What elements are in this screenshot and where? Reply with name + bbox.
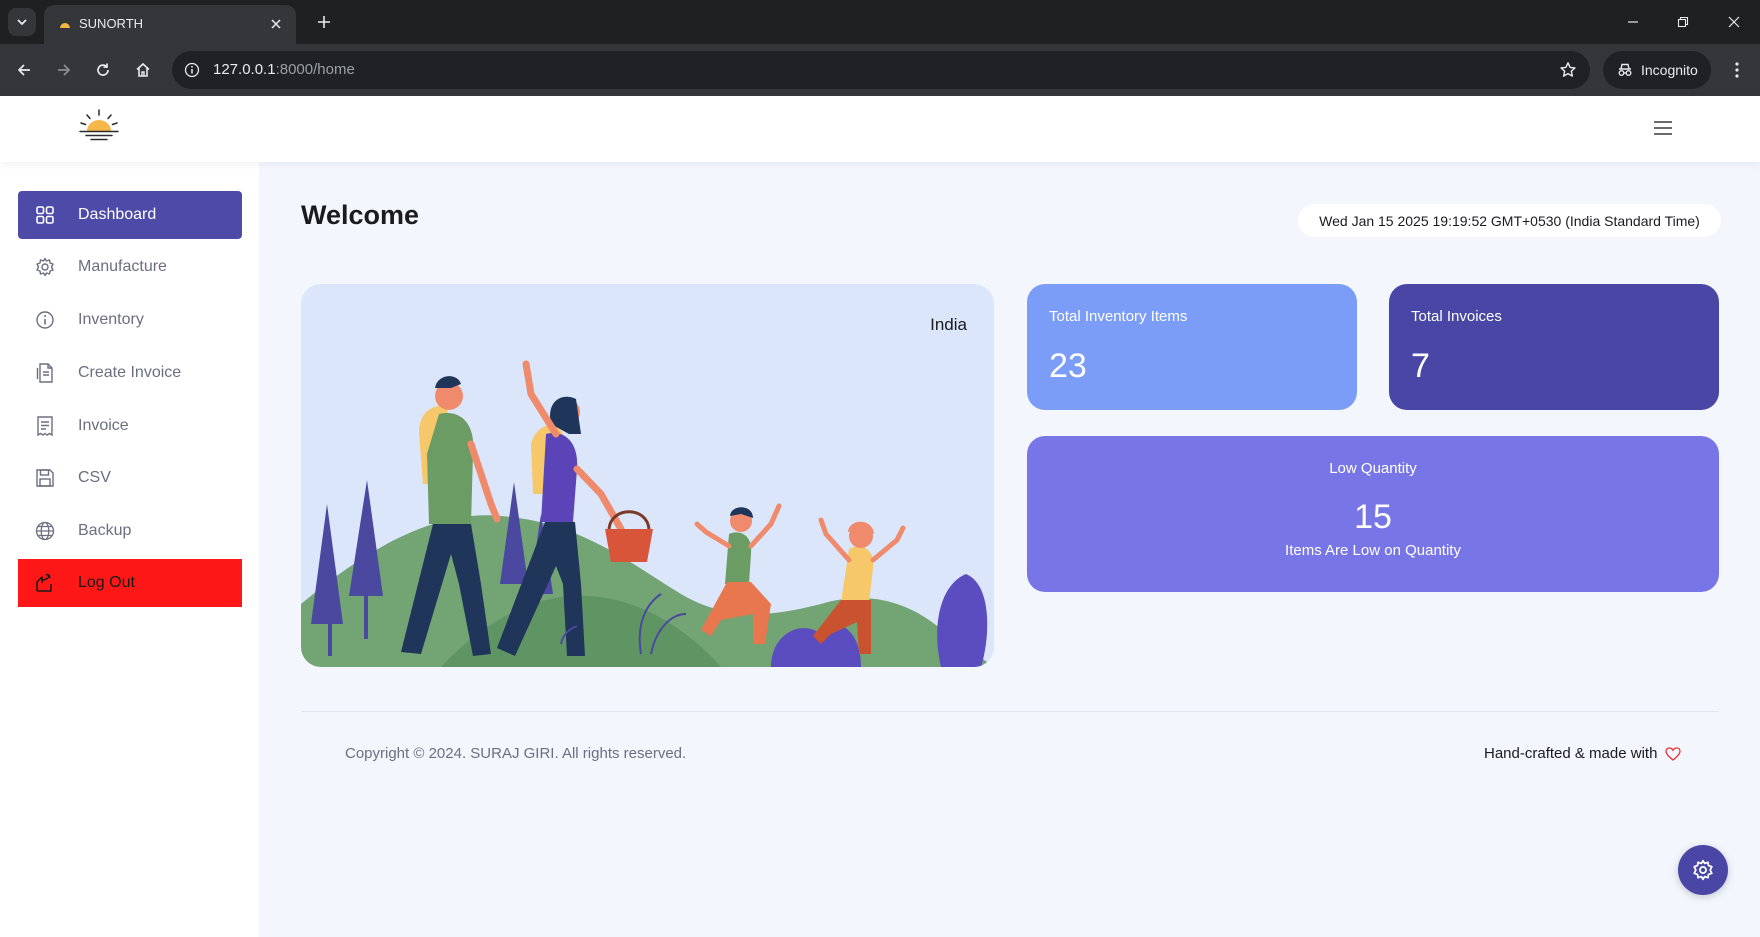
hero-country-label: India (930, 315, 967, 334)
card-label: Total Invoices (1411, 308, 1502, 325)
incognito-label: Incognito (1641, 62, 1698, 78)
url-path: :8000/home (275, 61, 355, 78)
floppy-icon (32, 465, 58, 491)
incognito-icon (1618, 63, 1632, 76)
bookmark-button[interactable] (1558, 60, 1578, 80)
total-inventory-card[interactable]: Total Inventory Items 23 (1027, 284, 1357, 410)
footer-divider (301, 711, 1719, 712)
hero-card: India (301, 284, 994, 667)
sidebar-item-csv[interactable]: CSV (18, 454, 242, 502)
sidebar-item-create-invoice[interactable]: Create Invoice (18, 349, 242, 397)
sidebar-item-label: Inventory (78, 311, 144, 328)
heart-icon (1665, 746, 1682, 761)
reload-icon (97, 63, 109, 76)
star-icon (1560, 62, 1576, 77)
browser-tab[interactable]: SUNORTH (44, 5, 296, 44)
plus-icon (318, 16, 330, 28)
sidebar-item-inventory[interactable]: Inventory (18, 296, 242, 344)
url-text: 127.0.0.1:8000/home (213, 61, 355, 78)
hamburger-icon (1654, 121, 1672, 135)
sidebar-item-invoice[interactable]: Invoice (18, 402, 242, 450)
sidebar-item-label: Manufacture (78, 258, 167, 275)
total-invoices-card[interactable]: Total Invoices 7 (1389, 284, 1719, 410)
incognito-indicator[interactable]: Incognito (1603, 51, 1711, 89)
card-value: 23 (1049, 347, 1087, 385)
sidebar-item-manufacture[interactable]: Manufacture (18, 243, 242, 291)
app-header (0, 96, 1760, 162)
card-caption: Items Are Low on Quantity (1285, 542, 1461, 559)
home-icon (136, 62, 150, 77)
info-icon (184, 62, 200, 78)
home-button[interactable] (129, 56, 157, 84)
close-icon (1728, 16, 1740, 28)
chevron-down-icon (17, 19, 27, 26)
sidebar-item-backup[interactable]: Backup (18, 507, 242, 555)
sun-favicon-icon (60, 23, 70, 28)
arrow-right-icon (58, 64, 71, 76)
handcrafted-text: Hand-crafted & made with (1484, 745, 1682, 762)
browser-menu-button[interactable] (1723, 56, 1751, 84)
restore-button[interactable] (1667, 8, 1699, 36)
close-icon (271, 19, 281, 29)
logout-icon (32, 570, 58, 596)
back-button[interactable] (10, 56, 38, 84)
tab-search-button[interactable] (8, 8, 36, 36)
browser-toolbar: 127.0.0.1:8000/home Incognito (0, 44, 1760, 96)
sidebar-item-logout[interactable]: Log Out (18, 559, 242, 607)
restore-icon (1677, 16, 1689, 28)
card-label: Total Inventory Items (1049, 308, 1188, 325)
sidebar-item-dashboard[interactable]: Dashboard (18, 191, 242, 239)
receipt-icon (32, 413, 58, 439)
sidebar-item-label: CSV (78, 469, 111, 486)
tab-title: SUNORTH (79, 16, 144, 31)
page-title: Welcome (301, 200, 420, 230)
new-tab-button[interactable] (312, 10, 336, 34)
document-icon (32, 360, 58, 386)
low-quantity-card[interactable]: Low Quantity 15 Items Are Low on Quantit… (1027, 436, 1719, 592)
close-window-button[interactable] (1718, 8, 1750, 36)
site-info-button[interactable] (182, 60, 202, 80)
menu-toggle-button[interactable] (1650, 116, 1676, 140)
minimize-button[interactable] (1617, 8, 1649, 36)
url-host: 127.0.0.1 (213, 61, 276, 78)
more-vertical-icon (1735, 62, 1739, 78)
sunrise-logo-icon[interactable] (78, 108, 120, 144)
globe-icon (32, 518, 58, 544)
sidebar-item-label: Invoice (78, 417, 129, 434)
forward-button[interactable] (50, 56, 78, 84)
minimize-icon (1628, 21, 1638, 23)
browser-tab-bar: SUNORTH (0, 0, 1760, 44)
info-icon (32, 307, 58, 333)
settings-button[interactable] (1678, 845, 1728, 895)
gear-icon (1693, 859, 1713, 881)
grid-icon (32, 202, 58, 228)
gear-icon (32, 254, 58, 280)
sidebar-item-label: Log Out (78, 574, 135, 591)
reload-button[interactable] (89, 56, 117, 84)
card-label: Low Quantity (1329, 460, 1417, 477)
tab-close-button[interactable] (266, 14, 286, 34)
card-value: 15 (1354, 498, 1392, 536)
card-value: 7 (1411, 347, 1430, 385)
arrow-left-icon (17, 64, 30, 76)
hiking-family-illustration (301, 360, 994, 667)
sidebar: Dashboard Manufacture Inventory Create I… (0, 162, 259, 937)
sidebar-item-label: Dashboard (78, 206, 157, 223)
copyright-text: Copyright © 2024. SURAJ GIRI. All rights… (345, 745, 687, 762)
datetime-badge: Wed Jan 15 2025 19:19:52 GMT+0530 (India… (1298, 204, 1721, 237)
address-bar[interactable]: 127.0.0.1:8000/home (172, 51, 1590, 89)
handcrafted-label: Hand-crafted & made with (1484, 745, 1658, 762)
sidebar-item-label: Backup (78, 522, 132, 539)
sidebar-item-label: Create Invoice (78, 364, 182, 381)
